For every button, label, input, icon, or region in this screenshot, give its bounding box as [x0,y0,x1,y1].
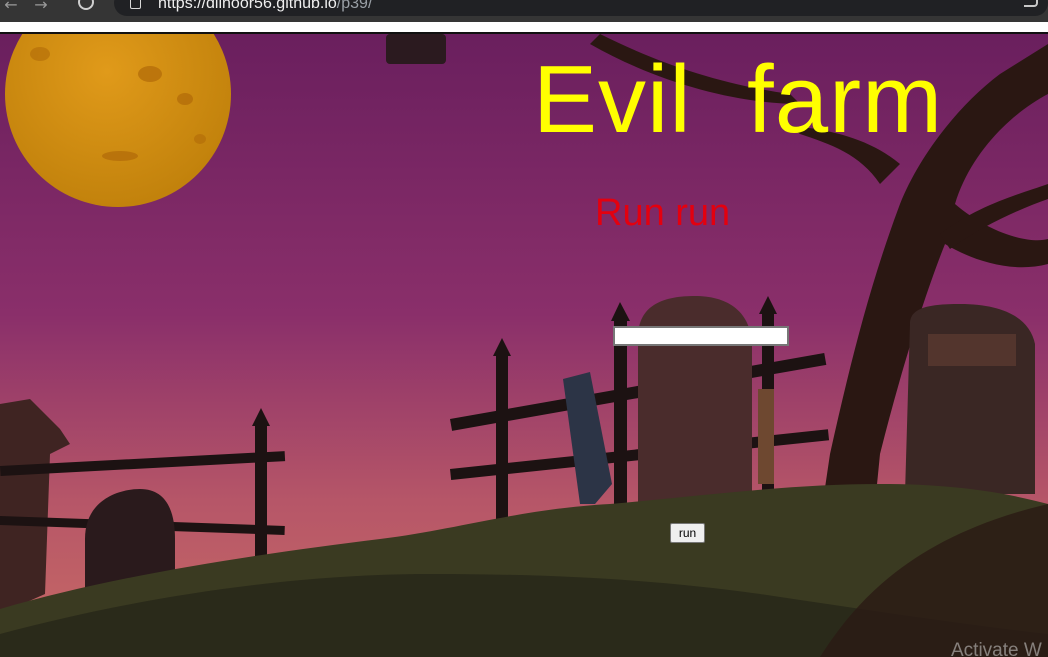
forward-button[interactable]: → [30,0,52,22]
reload-icon [78,0,94,10]
back-button[interactable]: ← [0,0,22,22]
lantern [386,34,446,64]
page-subtitle: Run run [595,192,731,234]
activate-windows-watermark: Activate W [951,640,1042,657]
site-info-icon[interactable] [130,0,141,9]
page-title: Evil farm [533,46,944,153]
address-bar[interactable]: https://dilnoor56.github.io/p39/ [114,0,1048,16]
back-arrow-icon: ← [4,0,18,14]
browser-toolbar: ← → https://dilnoor56.github.io/p39/ [0,0,1048,22]
game-scene: Evil farm Run run run Activate W [0,34,1048,657]
reload-button[interactable] [75,0,97,22]
url-path: /p39/ [336,0,373,12]
url-text[interactable]: https://dilnoor56.github.io/p39/ [158,0,373,12]
scarecrow [758,389,774,484]
url-host: https://dilnoor56.github.io [158,0,337,12]
extension-icon[interactable] [1024,0,1038,7]
text-input[interactable] [613,326,789,346]
forward-arrow-icon: → [34,0,48,14]
run-button[interactable]: run [670,523,705,543]
tombstone-right [905,304,1035,494]
page-top-margin [0,22,1048,32]
